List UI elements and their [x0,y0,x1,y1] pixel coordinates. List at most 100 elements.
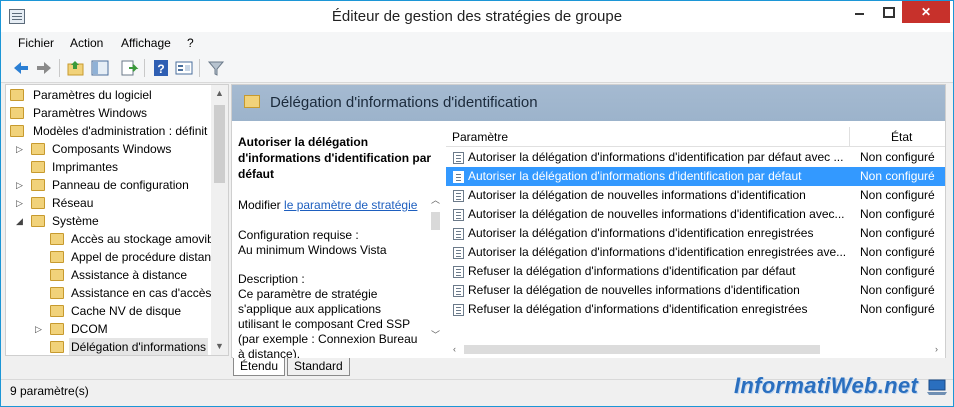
description-text: Ce paramètre de stratégie s'applique aux… [238,287,418,358]
menu-action[interactable]: Action [70,36,103,50]
scroll-up-icon[interactable]: ▲ [211,85,228,102]
scroll-down-icon[interactable]: ﹀ [427,327,444,344]
tree-item-label: Accès au stockage amovib [71,232,214,246]
folder-icon [50,305,64,317]
folder-icon [31,161,45,173]
list-item-name: Autoriser la délégation d'informations d… [468,226,814,240]
folder-icon [31,143,45,155]
folder-icon [244,95,260,108]
list-item-state: Non configuré [860,302,935,316]
expand-arrow-icon[interactable]: ▷ [16,176,26,194]
list-item[interactable]: Autoriser la délégation d'informations d… [446,148,945,167]
status-count: 9 paramètre(s) [10,384,89,398]
folder-icon [31,215,45,227]
toolbar: ? [1,53,953,83]
tab-standard[interactable]: Standard [287,358,350,376]
scroll-thumb[interactable] [431,212,440,230]
scroll-thumb[interactable] [464,345,820,354]
list-item-state: Non configuré [860,207,935,221]
scroll-right-icon[interactable]: › [928,341,945,358]
main-window: Éditeur de gestion des stratégies de gro… [0,0,954,407]
tree-item-label: Système [52,214,99,228]
pane-header: Délégation d'informations d'identificati… [232,85,945,121]
list-item-name: Refuser la délégation de nouvelles infor… [468,283,800,297]
edit-policy-link[interactable]: le paramètre de stratégie [284,198,417,212]
tree-item-label: Assistance en cas d'accès r [71,286,219,300]
list-item[interactable]: Autoriser la délégation d'informations d… [446,243,945,262]
list-item-state: Non configuré [860,150,935,164]
folder-icon [50,251,64,263]
expand-arrow-icon[interactable]: ▷ [16,194,26,212]
policy-setting-icon [453,228,464,240]
export-list-icon[interactable] [119,58,139,78]
tree-vertical-scrollbar[interactable]: ▲ ▼ [211,85,228,355]
title-bar: Éditeur de gestion des stratégies de gro… [1,1,953,32]
list-item[interactable]: Refuser la délégation d'informations d'i… [446,262,945,281]
list-horizontal-scrollbar[interactable]: ‹ › [446,341,945,358]
navigation-tree[interactable]: Paramètres du logiciel Paramètres Window… [5,84,229,356]
list-item-state: Non configuré [860,169,935,183]
expand-arrow-icon[interactable]: ▷ [35,320,45,338]
minimize-button[interactable] [846,1,874,23]
tree-item-label: DCOM [71,322,108,336]
tree-item-label: Délégation d'informations [69,338,209,355]
tree-item-label: Paramètres Windows [33,106,148,120]
window-title: Éditeur de gestion des stratégies de gro… [331,8,623,25]
list-item-state: Non configuré [860,188,935,202]
list-item-name: Autoriser la délégation d'informations d… [468,150,844,164]
list-item-name: Autoriser la délégation d'informations d… [468,245,847,259]
list-item[interactable]: Refuser la délégation de nouvelles infor… [446,281,945,300]
requirement-value: Au minimum Windows Vista [238,243,387,257]
menu-help[interactable]: ? [187,36,194,50]
list-item-name: Autoriser la délégation de nouvelles inf… [468,207,845,221]
toolbar-separator [199,59,200,77]
menu-affichage[interactable]: Affichage [121,36,171,50]
pane-header-title: Délégation d'informations d'identificati… [270,94,538,111]
folder-icon [50,287,64,299]
tab-etendu[interactable]: Étendu [233,358,286,376]
policy-title: Autoriser la délégation d'informations d… [238,135,432,181]
toolbar-separator [144,59,145,77]
show-hide-tree-icon[interactable] [90,58,110,78]
details-pane: Délégation d'informations d'identificati… [231,84,946,358]
maximize-button[interactable] [874,1,902,23]
tree-item-label: Composants Windows [52,142,172,156]
column-header-setting[interactable]: Paramètre [452,130,508,144]
list-item[interactable]: Autoriser la délégation de nouvelles inf… [446,205,945,224]
scroll-down-icon[interactable]: ▼ [211,338,228,355]
list-item-state: Non configuré [860,264,935,278]
list-item-selected[interactable]: Autoriser la délégation d'informations d… [446,167,945,186]
collapse-arrow-icon[interactable]: ◢ [16,212,26,230]
svg-text:?: ? [157,62,164,76]
menu-fichier[interactable]: Fichier [18,36,54,50]
list-item-name: Autoriser la délégation de nouvelles inf… [468,188,806,202]
settings-list: Paramètre État Autoriser la délégation d… [446,127,945,358]
list-item[interactable]: Autoriser la délégation d'informations d… [446,224,945,243]
column-header-state[interactable]: État [891,130,912,144]
up-folder-icon[interactable] [66,58,86,78]
column-separator[interactable] [849,127,850,147]
expand-arrow-icon[interactable]: ▷ [16,140,26,158]
tree-item-label: Imprimantes [52,160,119,174]
list-item[interactable]: Autoriser la délégation de nouvelles inf… [446,186,945,205]
scroll-left-icon[interactable]: ‹ [446,341,463,358]
help-icon[interactable]: ? [151,58,171,78]
description-label: Description : [238,272,305,286]
list-item[interactable]: Refuser la délégation d'informations d'i… [446,300,945,319]
close-button[interactable]: ✕ [902,1,950,23]
description-scrollbar[interactable]: ︿ ﹀ [427,192,444,358]
policy-setting-icon [453,209,464,221]
folder-icon [10,107,24,119]
folder-icon [31,197,45,209]
policy-setting-icon [453,304,464,316]
menu-bar: Fichier Action Affichage ? [1,32,953,53]
tree-item-label: Assistance à distance [71,268,188,282]
tree-item-label: Modèles d'administration : définit [33,124,208,138]
scroll-thumb[interactable] [214,105,225,183]
properties-icon[interactable] [174,58,194,78]
filter-icon[interactable] [206,58,226,78]
forward-arrow-icon[interactable] [34,58,54,78]
scroll-up-icon[interactable]: ︿ [427,192,444,209]
back-arrow-icon[interactable] [11,58,31,78]
list-item-state: Non configuré [860,226,935,240]
